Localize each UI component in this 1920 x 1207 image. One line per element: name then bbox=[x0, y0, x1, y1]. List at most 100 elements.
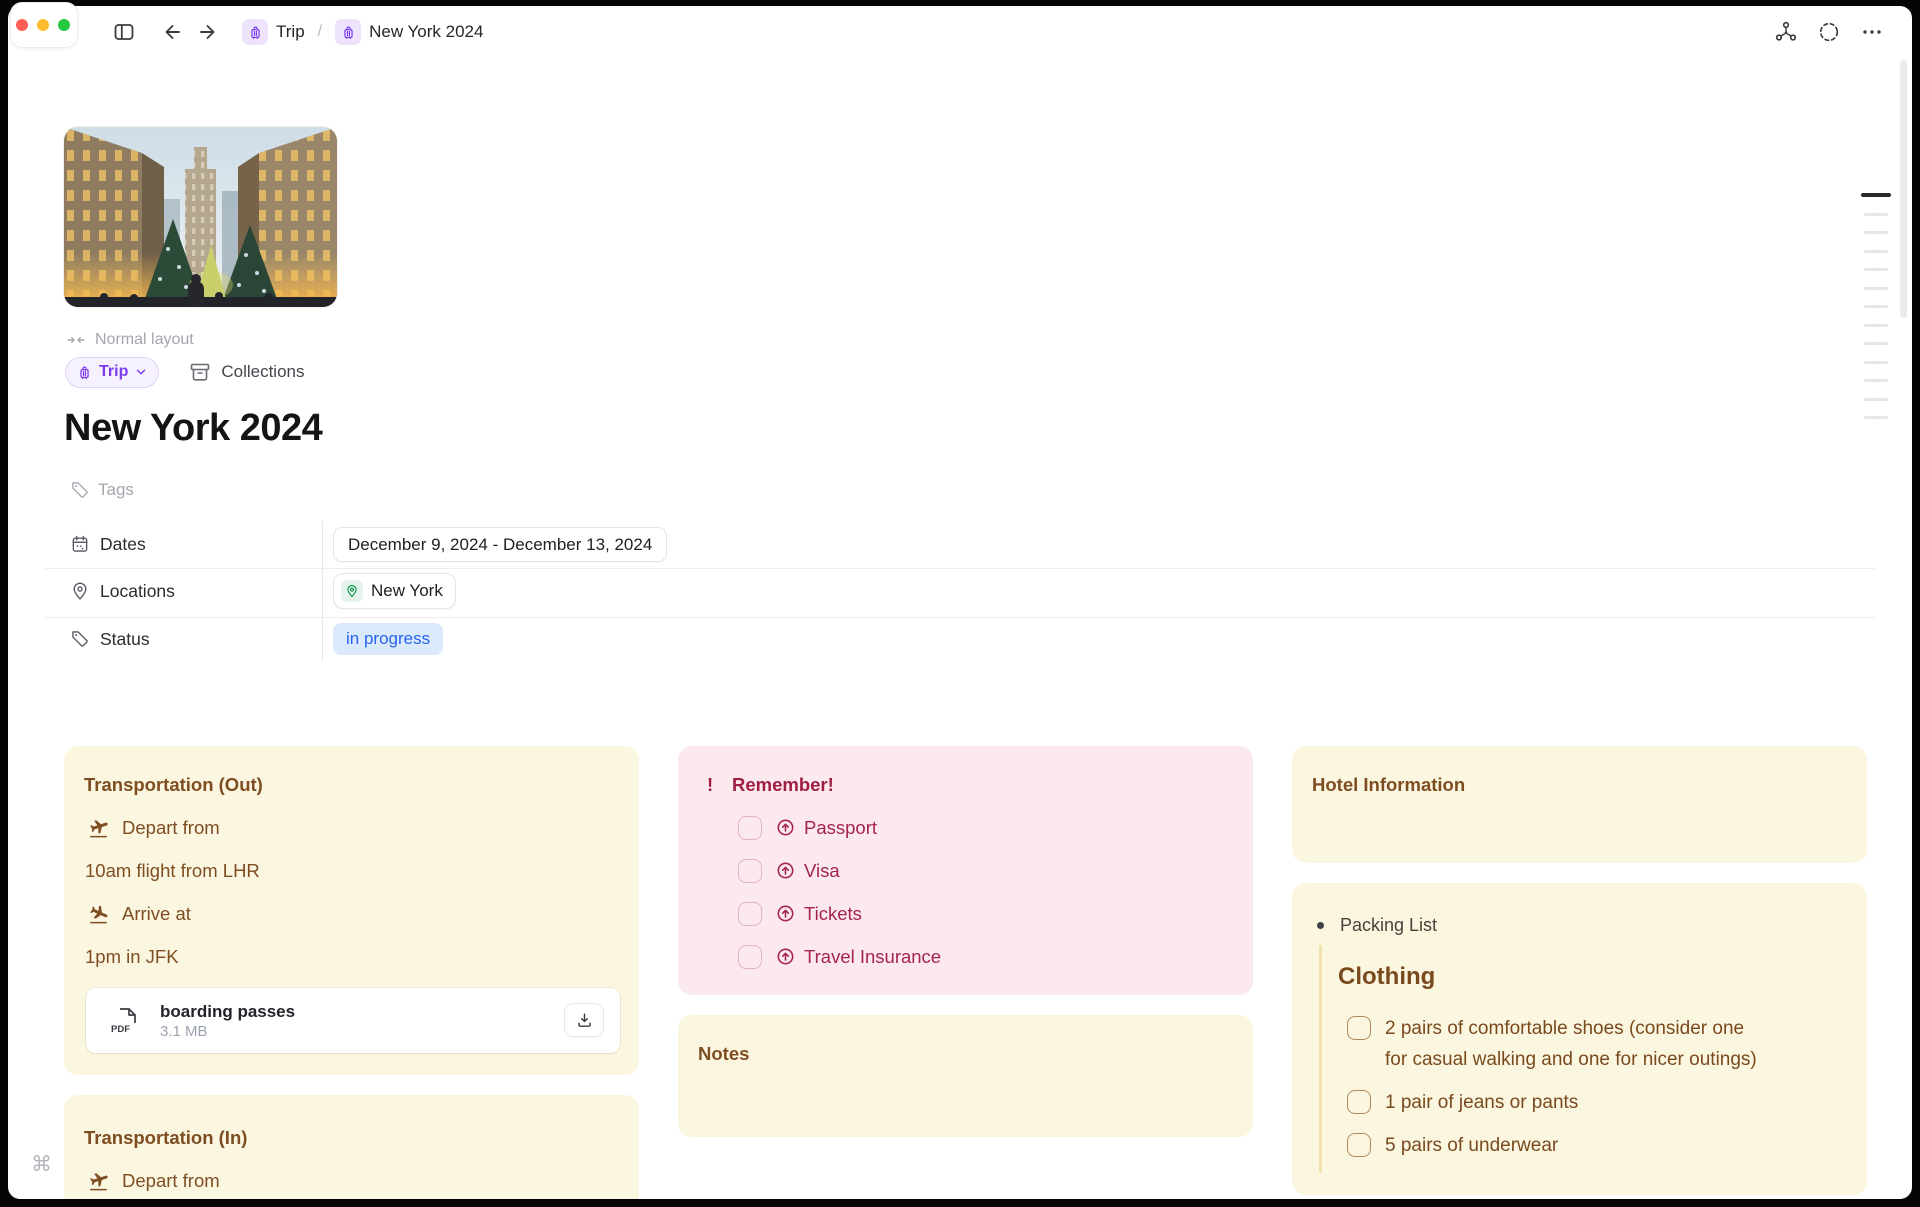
cover-image[interactable] bbox=[64, 127, 337, 307]
tag-icon bbox=[72, 482, 88, 498]
chevron-down-icon bbox=[137, 369, 146, 375]
close-button[interactable] bbox=[16, 19, 28, 31]
card-title: Transportation (In) bbox=[84, 1127, 248, 1148]
circle-arrow-up-icon bbox=[774, 860, 796, 881]
status-value: in progress bbox=[346, 629, 431, 648]
dates-label: Dates bbox=[100, 533, 146, 554]
status-label: Status bbox=[100, 628, 150, 649]
command-key-hint: ⌘ bbox=[31, 1153, 52, 1176]
collections-label: Collections bbox=[221, 362, 305, 381]
checkbox[interactable] bbox=[738, 901, 762, 926]
checkbox[interactable] bbox=[1347, 1016, 1371, 1040]
checklist-label: 5 pairs of underwear bbox=[1385, 1135, 1559, 1156]
sidebar-toggle-button[interactable] bbox=[112, 20, 136, 44]
arrive-detail: 1pm in JFK bbox=[64, 935, 623, 978]
outline-mark[interactable] bbox=[1864, 416, 1888, 419]
card-remember: ! Remember! Passport Visa Tickets Travel… bbox=[678, 746, 1253, 995]
type-chip-label: Trip bbox=[99, 363, 129, 380]
tags-field[interactable]: Tags bbox=[70, 478, 134, 502]
checklist-item: 1 pair of jeans or pants bbox=[1347, 1087, 1757, 1118]
breadcrumb-current-page[interactable]: New York 2024 bbox=[335, 19, 483, 45]
card-title: Transportation (Out) bbox=[84, 774, 263, 795]
bullet-icon bbox=[1317, 922, 1324, 929]
suitcase-icon bbox=[335, 19, 362, 45]
checklist-item: 2 pairs of comfortable shoes (consider o… bbox=[1347, 1013, 1757, 1075]
sync-status-button[interactable] bbox=[1817, 20, 1841, 44]
layout-switcher[interactable]: Normal layout bbox=[66, 330, 194, 350]
outline-mark[interactable] bbox=[1864, 249, 1888, 253]
checkbox[interactable] bbox=[738, 858, 762, 883]
suitcase-icon bbox=[80, 366, 89, 379]
normal-layout-icon bbox=[67, 337, 85, 343]
attachment-boarding-passes[interactable]: PDF boarding passes 3.1 MB bbox=[86, 988, 620, 1053]
arrow-right-icon bbox=[200, 25, 215, 39]
checklist-label: Travel Insurance bbox=[804, 945, 942, 967]
outline-mark[interactable] bbox=[1864, 268, 1888, 271]
outline-mark-current[interactable] bbox=[1861, 193, 1891, 197]
property-label-locations: Locations bbox=[70, 577, 175, 605]
arrow-left-icon bbox=[165, 25, 180, 39]
checklist-item: Tickets bbox=[678, 892, 941, 935]
page-title[interactable]: New York 2024 bbox=[64, 405, 323, 451]
dates-value-pill[interactable]: December 9, 2024 - December 13, 2024 bbox=[333, 527, 668, 562]
document-outline-minimap[interactable] bbox=[1861, 193, 1891, 435]
circle-arrow-up-icon bbox=[774, 903, 796, 924]
minimize-button[interactable] bbox=[37, 19, 49, 31]
connections-button[interactable] bbox=[1774, 20, 1798, 44]
archive-box-icon bbox=[188, 360, 212, 384]
packing-list-bullet-item[interactable]: Packing List bbox=[1317, 915, 1437, 936]
forward-button[interactable] bbox=[197, 20, 221, 44]
map-pin-icon bbox=[341, 580, 363, 602]
checkbox[interactable] bbox=[1347, 1090, 1371, 1114]
locations-value-pill[interactable]: New York bbox=[333, 573, 456, 609]
card-title: Notes bbox=[698, 1043, 750, 1064]
checklist-label: 1 pair of jeans or pants bbox=[1385, 1092, 1579, 1113]
app-window: Trip / New York 2024 Normal layout Trip … bbox=[8, 6, 1912, 1199]
breadcrumb-trip[interactable]: Trip bbox=[242, 19, 305, 45]
outline-mark[interactable] bbox=[1864, 379, 1888, 382]
toolbar: Trip / New York 2024 bbox=[8, 6, 1912, 58]
property-label-status: Status bbox=[70, 625, 150, 653]
dashed-circle-icon bbox=[1819, 22, 1839, 42]
checklist-label: 2 pairs of comfortable shoes (consider o… bbox=[1385, 1018, 1757, 1070]
plane-landing-icon bbox=[86, 902, 110, 925]
plane-takeoff-icon bbox=[86, 816, 110, 839]
status-badge[interactable]: in progress bbox=[333, 623, 444, 655]
outline-mark[interactable] bbox=[1864, 212, 1888, 216]
checkbox[interactable] bbox=[738, 944, 762, 969]
outline-mark[interactable] bbox=[1864, 342, 1888, 345]
arrive-detail-text: 1pm in JFK bbox=[85, 945, 179, 967]
map-pin-icon bbox=[70, 581, 90, 601]
arrive-row: Arrive at bbox=[64, 892, 623, 935]
desktop-background: Trip / New York 2024 Normal layout Trip … bbox=[0, 0, 1920, 1207]
breadcrumb-page-label: New York 2024 bbox=[369, 22, 484, 41]
back-button[interactable] bbox=[159, 20, 183, 44]
outline-mark[interactable] bbox=[1864, 360, 1888, 364]
outline-mark[interactable] bbox=[1864, 286, 1888, 290]
outline-mark[interactable] bbox=[1864, 305, 1888, 308]
fullscreen-button[interactable] bbox=[58, 19, 70, 31]
scrollbar-thumb[interactable] bbox=[1900, 60, 1907, 318]
checkbox[interactable] bbox=[738, 815, 762, 840]
download-button[interactable] bbox=[564, 1003, 604, 1037]
suitcase-icon bbox=[242, 19, 268, 45]
more-options-button[interactable] bbox=[1860, 20, 1884, 44]
checkbox[interactable] bbox=[1347, 1133, 1371, 1157]
depart-label: Depart from bbox=[122, 1169, 220, 1191]
card-transportation-in: Transportation (In) Depart from bbox=[64, 1095, 639, 1199]
document-type-chip[interactable]: Trip bbox=[65, 356, 160, 388]
outline-mark[interactable] bbox=[1864, 323, 1888, 327]
attachment-name: boarding passes bbox=[160, 1001, 296, 1021]
outline-mark[interactable] bbox=[1864, 397, 1888, 401]
outline-mark[interactable] bbox=[1864, 231, 1888, 234]
connections-icon bbox=[1775, 21, 1797, 41]
depart-row: Depart from bbox=[64, 806, 623, 849]
card-packing-list: Packing List Clothing 2 pairs of comfort… bbox=[1292, 883, 1867, 1195]
collections-button[interactable]: Collections bbox=[188, 360, 305, 384]
column-divider bbox=[322, 521, 323, 662]
checklist-item: Visa bbox=[678, 849, 941, 892]
checklist-label: Tickets bbox=[804, 902, 862, 924]
card-transportation-out: Transportation (Out) Depart from 10am fl… bbox=[64, 746, 639, 1075]
arrive-label: Arrive at bbox=[122, 902, 191, 924]
circle-arrow-up-icon bbox=[774, 946, 796, 967]
